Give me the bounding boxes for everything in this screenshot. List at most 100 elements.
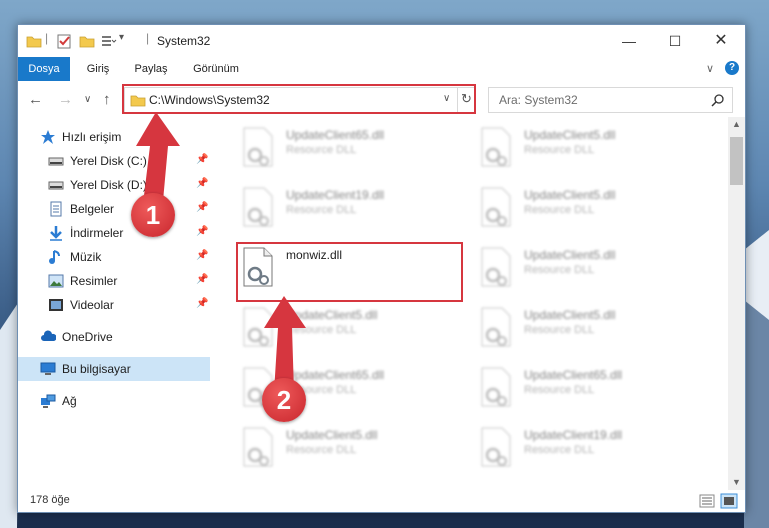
step-2-badge: 2 bbox=[262, 378, 306, 422]
file-name: UpdateClient5.dll bbox=[524, 188, 616, 202]
help-icon[interactable]: ? bbox=[725, 61, 739, 75]
dll-file-icon bbox=[481, 187, 511, 227]
dll-file-icon bbox=[243, 427, 273, 467]
file-type: Resource DLL bbox=[524, 264, 595, 276]
dll-file-icon bbox=[481, 127, 511, 167]
scroll-up-icon[interactable]: ▲ bbox=[732, 119, 741, 129]
download-icon bbox=[50, 226, 62, 241]
video-icon bbox=[49, 299, 63, 311]
sidebar-item-this-pc[interactable]: Bu bilgisayar bbox=[18, 357, 210, 381]
window-title: System32 bbox=[157, 34, 211, 48]
folder-icon bbox=[26, 36, 42, 48]
file-explorer-window: | ▾ | System32 — ☐ ✕ Dosya Giriş Paylaş … bbox=[17, 24, 746, 513]
separator: | bbox=[45, 31, 49, 45]
close-button[interactable]: ✕ bbox=[698, 25, 744, 57]
music-icon bbox=[49, 250, 60, 264]
tab-file[interactable]: Dosya bbox=[18, 57, 70, 81]
sidebar-item-videos[interactable]: Videolar 📌 bbox=[18, 293, 210, 317]
file-type: Resource DLL bbox=[286, 144, 357, 156]
dll-file-icon bbox=[243, 127, 273, 167]
sidebar-item-label: Resimler bbox=[70, 274, 118, 288]
minimize-button[interactable]: — bbox=[606, 25, 652, 57]
sidebar-item-music[interactable]: Müzik 📌 bbox=[18, 245, 210, 269]
pin-icon: 📌 bbox=[196, 250, 209, 261]
tab-share[interactable]: Paylaş bbox=[126, 57, 176, 81]
sidebar-item-label: İndirmeler bbox=[70, 226, 124, 240]
back-arrow-icon[interactable]: ← bbox=[28, 91, 43, 108]
expand-ribbon-icon[interactable]: ∨ bbox=[706, 62, 714, 75]
file-item[interactable]: UpdateClient5.dll Resource DLL bbox=[472, 181, 708, 239]
search-icon[interactable] bbox=[711, 93, 725, 107]
separator: | bbox=[146, 31, 150, 45]
file-type: Resource DLL bbox=[524, 144, 595, 156]
sidebar-item-label: Bu bilgisayar bbox=[62, 362, 131, 376]
title-bar: | ▾ | System32 — ☐ ✕ bbox=[18, 25, 745, 57]
file-item[interactable]: UpdateClient65.dll Resource DLL bbox=[234, 121, 470, 179]
scroll-down-icon[interactable]: ▼ bbox=[732, 477, 741, 487]
sidebar-item-label: Müzik bbox=[70, 250, 102, 264]
sidebar-item-pictures[interactable]: Resimler 📌 bbox=[18, 269, 210, 293]
large-icons-view-icon[interactable] bbox=[720, 493, 738, 509]
chevron-down-icon[interactable]: ▾ bbox=[119, 32, 124, 48]
sidebar-item-label: OneDrive bbox=[62, 330, 113, 344]
step-1-badge: 1 bbox=[131, 193, 175, 237]
file-item[interactable]: UpdateClient65.dll Resource DLL bbox=[472, 361, 708, 419]
computer-icon bbox=[40, 362, 56, 375]
file-type: Resource DLL bbox=[524, 324, 595, 336]
sidebar-item-label: Hızlı erişim bbox=[62, 130, 122, 144]
file-item[interactable]: UpdateClient5.dll Resource DLL bbox=[234, 421, 470, 479]
tab-home[interactable]: Giriş bbox=[76, 57, 120, 81]
dll-file-icon bbox=[481, 367, 511, 407]
new-folder-icon[interactable] bbox=[79, 33, 95, 49]
file-item[interactable]: UpdateClient19.dll Resource DLL bbox=[472, 421, 708, 479]
sidebar-item-onedrive[interactable]: OneDrive bbox=[18, 325, 210, 349]
file-type: Resource DLL bbox=[286, 204, 357, 216]
file-type: Resource DLL bbox=[524, 384, 595, 396]
vertical-scrollbar[interactable]: ▲ ▼ bbox=[728, 117, 745, 490]
file-name: UpdateClient5.dll bbox=[286, 428, 378, 442]
details-view-icon[interactable] bbox=[699, 494, 715, 508]
star-icon bbox=[41, 130, 55, 144]
file-name: UpdateClient5.dll bbox=[524, 248, 616, 262]
file-item[interactable]: UpdateClient5.dll Resource DLL bbox=[472, 301, 708, 359]
search-input[interactable]: Ara: System32 bbox=[488, 87, 733, 113]
dll-file-icon bbox=[243, 187, 273, 227]
scrollbar-thumb[interactable] bbox=[730, 137, 743, 185]
dll-file-icon bbox=[481, 307, 511, 347]
file-type: Resource DLL bbox=[524, 444, 595, 456]
document-icon bbox=[50, 201, 62, 217]
status-bar: 178 öğe bbox=[18, 490, 745, 512]
tab-view[interactable]: Görünüm bbox=[186, 57, 246, 81]
recent-locations-icon[interactable]: ∨ bbox=[84, 94, 91, 105]
sidebar-item-label: Belgeler bbox=[70, 202, 115, 216]
item-count: 178 öğe bbox=[30, 494, 70, 506]
pin-icon: 📌 bbox=[196, 274, 209, 285]
network-icon bbox=[41, 394, 56, 408]
file-name: UpdateClient65.dll bbox=[524, 368, 623, 382]
file-name: UpdateClient19.dll bbox=[286, 188, 385, 202]
properties-icon[interactable] bbox=[56, 33, 72, 49]
customize-toolbar-icon[interactable] bbox=[101, 33, 117, 49]
ribbon-tabs: Dosya Giriş Paylaş Görünüm ∨ ? bbox=[18, 57, 745, 82]
drive-icon bbox=[48, 181, 64, 190]
drive-icon bbox=[48, 157, 64, 166]
search-placeholder: Ara: System32 bbox=[499, 93, 578, 107]
sidebar-item-label: Videolar bbox=[70, 298, 114, 312]
dll-file-icon bbox=[481, 247, 511, 287]
forward-arrow-icon[interactable]: → bbox=[58, 91, 73, 108]
file-highlight bbox=[236, 242, 463, 302]
file-item[interactable]: UpdateClient19.dll Resource DLL bbox=[234, 181, 470, 239]
pictures-icon bbox=[48, 274, 64, 288]
file-name: UpdateClient65.dll bbox=[286, 128, 385, 142]
sidebar-item-network[interactable]: Ağ bbox=[18, 389, 210, 413]
address-bar-highlight bbox=[122, 84, 476, 114]
file-type: Resource DLL bbox=[524, 204, 595, 216]
file-item[interactable]: UpdateClient5.dll Resource DLL bbox=[472, 241, 708, 299]
file-item[interactable]: UpdateClient5.dll Resource DLL bbox=[472, 121, 708, 179]
file-name: UpdateClient5.dll bbox=[524, 308, 616, 322]
cloud-icon bbox=[41, 330, 56, 341]
file-type: Resource DLL bbox=[286, 444, 357, 456]
up-arrow-icon[interactable]: ↑ bbox=[103, 91, 111, 108]
maximize-button[interactable]: ☐ bbox=[652, 25, 698, 57]
dll-file-icon bbox=[481, 427, 511, 467]
